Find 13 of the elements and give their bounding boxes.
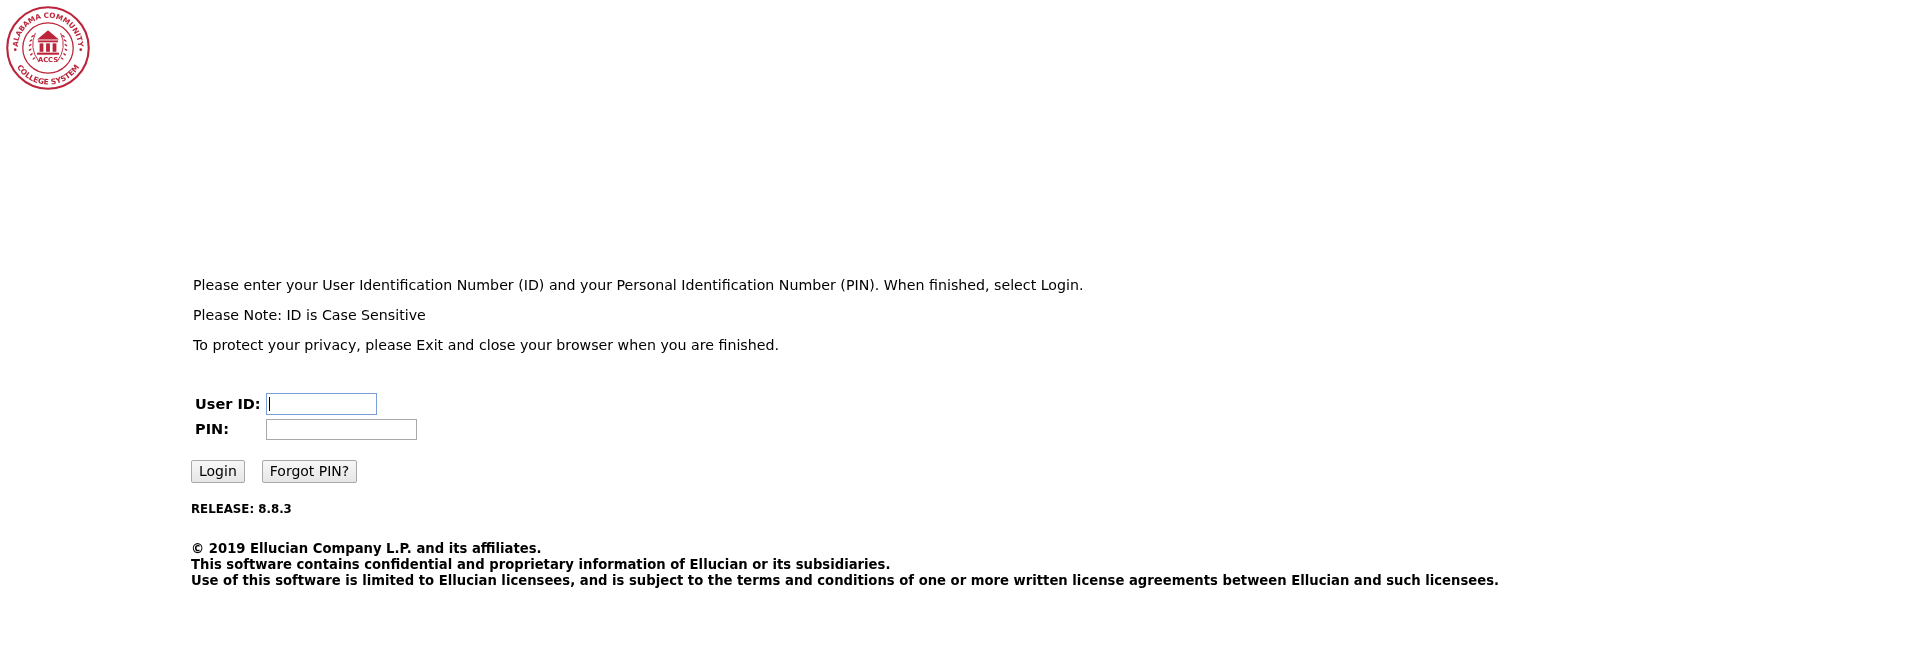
- user-id-field[interactable]: [266, 393, 377, 415]
- instruction-text: Please enter your User Identification Number (ID) and your Personal Identification Number (PIN). When finished, select Login.: [193, 277, 1084, 293]
- legal-notice-text: This software contains confidential and proprietary information of Ellucian or its subsidiaries.: [191, 557, 891, 573]
- pin-field[interactable]: [266, 419, 417, 440]
- forgot-pin-button[interactable]: Forgot PIN?: [261, 460, 358, 483]
- legal-notice-text: Use of this software is limited to Ellucian licensees, and is subject to the terms and conditions of one or more written license agreements between Ellucian and such licensees.: [191, 573, 1499, 589]
- release-version-text: RELEASE: 8.8.3: [191, 502, 292, 516]
- instruction-text: To protect your privacy, please Exit and close your browser when you are finished.: [193, 337, 779, 353]
- instruction-text: Please Note: ID is Case Sensitive: [193, 307, 426, 323]
- field-label: User ID:: [195, 395, 261, 413]
- field-label: PIN:: [195, 421, 229, 438]
- copyright-text: © 2019 Ellucian Company L.P. and its affiliates.: [191, 541, 542, 557]
- login-button[interactable]: Login: [191, 460, 245, 483]
